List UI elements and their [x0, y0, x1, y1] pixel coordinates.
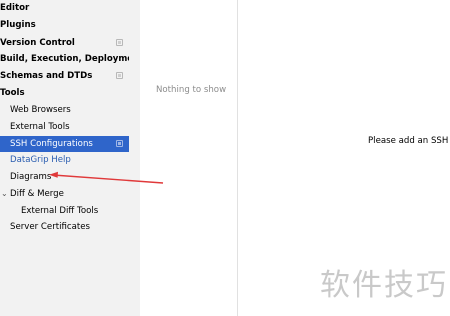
sidebar-item-label: Schemas and DTDs: [0, 71, 93, 81]
project-settings-icon: [116, 140, 123, 147]
empty-detail-message: Please add an SSH co: [368, 136, 450, 146]
sidebar-item-external-tools[interactable]: External Tools: [0, 119, 129, 135]
sidebar-item-external-diff-tools[interactable]: External Diff Tools: [0, 203, 129, 219]
sidebar-item-label: DataGrip Help: [10, 155, 71, 165]
panel-divider[interactable]: [129, 0, 140, 316]
sidebar-item-ssh-configurations[interactable]: SSH Configurations: [0, 136, 129, 152]
sidebar-item-label: Diff & Merge: [10, 189, 64, 199]
sidebar-item-server-certificates[interactable]: Server Certificates: [0, 219, 129, 235]
project-settings-icon: [116, 72, 123, 79]
sidebar-item-schemas-and-dtds[interactable]: Schemas and DTDs: [0, 68, 129, 84]
sidebar-item-datagrip-help[interactable]: DataGrip Help: [0, 152, 129, 168]
sidebar-item-label: External Diff Tools: [21, 206, 99, 216]
sidebar-item-label: Plugins: [0, 20, 36, 30]
ssh-configurations-list[interactable]: Nothing to show: [140, 0, 238, 316]
sidebar-item-version-control[interactable]: Version Control: [0, 35, 129, 51]
sidebar-item-plugins[interactable]: Plugins: [0, 17, 129, 33]
empty-list-text: Nothing to show: [156, 85, 227, 95]
sidebar-item-web-browsers[interactable]: Web Browsers: [0, 102, 129, 118]
sidebar-item-editor[interactable]: Editor: [0, 0, 129, 16]
watermark-text: 软件技巧: [320, 268, 448, 303]
sidebar-item-diagrams[interactable]: Diagrams: [0, 169, 129, 185]
sidebar-item-label: Build, Execution, Deployment: [0, 54, 144, 64]
sidebar-item-label: Tools: [0, 88, 25, 98]
settings-sidebar: Editor Plugins Version Control Build, Ex…: [0, 0, 143, 316]
sidebar-item-label: Editor: [0, 3, 30, 13]
sidebar-item-tools[interactable]: Tools: [0, 85, 129, 101]
sidebar-item-build-execution-deployment[interactable]: Build, Execution, Deployment: [0, 51, 143, 67]
sidebar-item-diff-merge[interactable]: ⌄ Diff & Merge: [0, 186, 129, 202]
sidebar-item-label: Diagrams: [10, 172, 52, 182]
sidebar-item-label: External Tools: [10, 122, 70, 132]
sidebar-item-label: Web Browsers: [10, 105, 71, 115]
chevron-down-icon[interactable]: ⌄: [1, 186, 8, 202]
sidebar-item-label: Server Certificates: [10, 222, 91, 232]
project-settings-icon: [116, 39, 123, 46]
watermark: 软件技巧: [316, 250, 450, 316]
sidebar-item-label: SSH Configurations: [10, 139, 93, 149]
sidebar-item-label: Version Control: [0, 38, 75, 48]
